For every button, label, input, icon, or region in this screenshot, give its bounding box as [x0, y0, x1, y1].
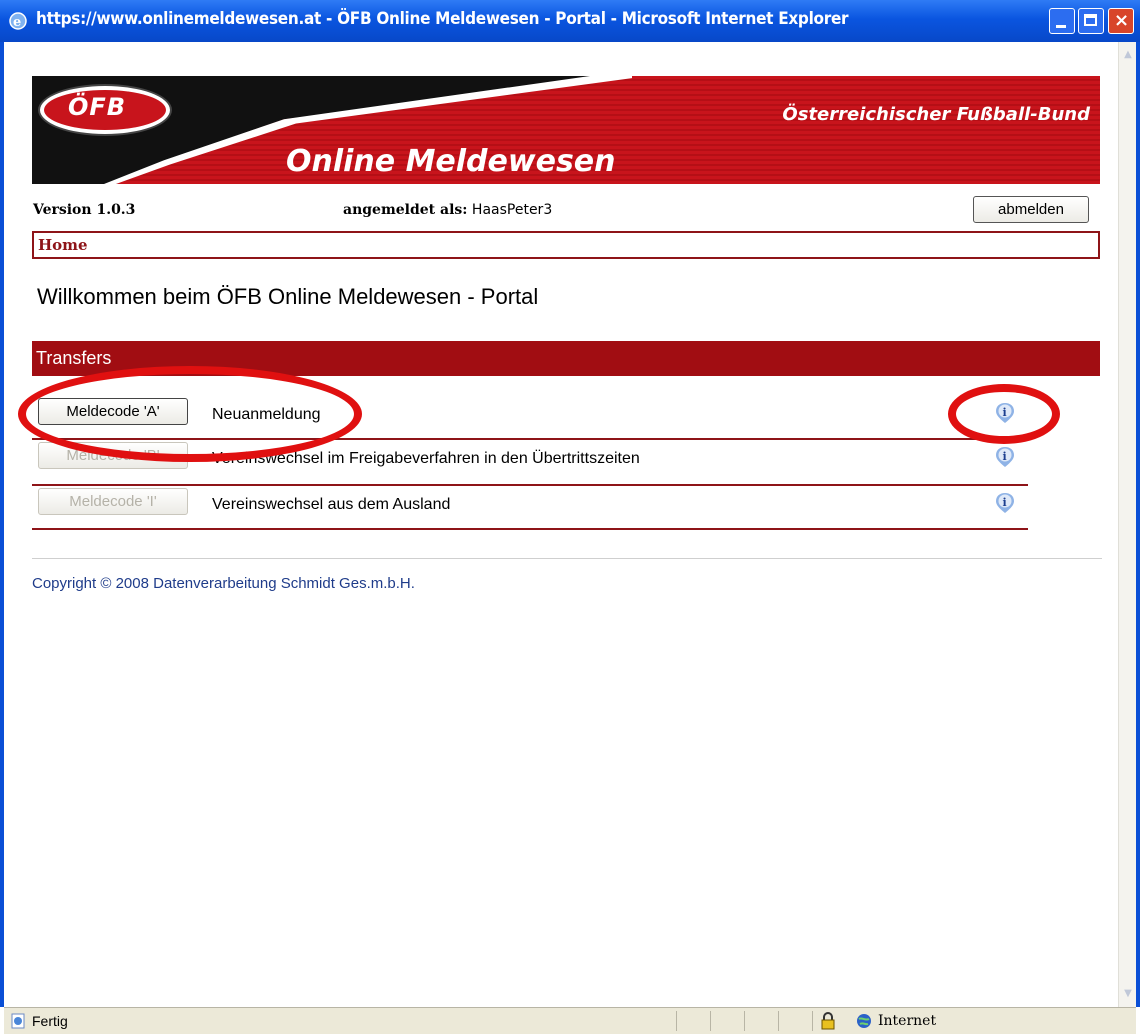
logo-text: ÖFB	[68, 93, 127, 121]
organisation-name: Österreichischer Fußball-Bund	[782, 104, 1090, 125]
app-name: Online Meldewesen	[286, 144, 616, 179]
svg-text:i: i	[1003, 496, 1007, 509]
scroll-down-icon[interactable]: ▼	[1120, 985, 1136, 1003]
username: HaasPeter3	[471, 202, 553, 218]
lock-icon[interactable]	[820, 1012, 836, 1030]
minimize-icon[interactable]	[1049, 8, 1075, 34]
vertical-scrollbar[interactable]: ▲ ▼	[1118, 42, 1136, 1007]
status-divider	[710, 1011, 711, 1031]
version-label: Version 1.0.3	[33, 202, 136, 218]
svg-text:e: e	[13, 15, 21, 30]
breadcrumb-home-link[interactable]: Home	[38, 236, 88, 254]
logged-in-info: angemeldet als: HaasPeter3	[343, 202, 552, 218]
row-description: Vereinswechsel aus dem Ausland	[212, 496, 451, 513]
globe-icon	[857, 1014, 871, 1028]
annotation-circle	[18, 366, 362, 462]
window-titlebar[interactable]: e https://www.onlinemeldewesen.at - ÖFB …	[0, 0, 1140, 42]
footer-divider	[32, 558, 1102, 559]
info-icon[interactable]: i	[994, 492, 1016, 514]
oefb-logo: ÖFB	[40, 86, 170, 134]
svg-text:i: i	[1003, 450, 1007, 463]
annotation-circle	[948, 384, 1060, 444]
close-icon[interactable]: ×	[1108, 8, 1134, 34]
list-item: Meldecode 'I' Vereinswechsel aus dem Aus…	[32, 484, 1028, 530]
page-icon	[11, 1013, 25, 1029]
meldecode-i-button: Meldecode 'I'	[38, 488, 188, 515]
window-title: https://www.onlinemeldewesen.at - ÖFB On…	[36, 9, 849, 29]
breadcrumb: Home	[32, 231, 1100, 259]
logged-in-label: angemeldet als:	[343, 202, 468, 218]
window-frame-right	[1136, 42, 1140, 1007]
info-icon[interactable]: i	[994, 446, 1016, 468]
copyright-text: Copyright © 2008 Datenverarbeitung Schmi…	[32, 575, 415, 592]
status-bar: Fertig Internet	[4, 1007, 1136, 1034]
header-banner: ÖFB Österreichischer Fußball-Bund Online…	[32, 76, 1100, 184]
section-title: Transfers	[36, 348, 112, 368]
status-divider	[812, 1011, 813, 1031]
scroll-up-icon[interactable]: ▲	[1120, 46, 1136, 64]
window-frame-left	[0, 42, 4, 1007]
page-title: Willkommen beim ÖFB Online Meldewesen - …	[37, 284, 539, 309]
ie-icon: e	[9, 12, 27, 30]
maximize-icon[interactable]	[1078, 8, 1104, 34]
logout-button[interactable]: abmelden	[973, 196, 1089, 223]
status-text: Fertig	[32, 1013, 68, 1029]
status-divider	[744, 1011, 745, 1031]
status-divider	[778, 1011, 779, 1031]
security-zone-text: Internet	[878, 1013, 937, 1029]
status-divider	[676, 1011, 677, 1031]
